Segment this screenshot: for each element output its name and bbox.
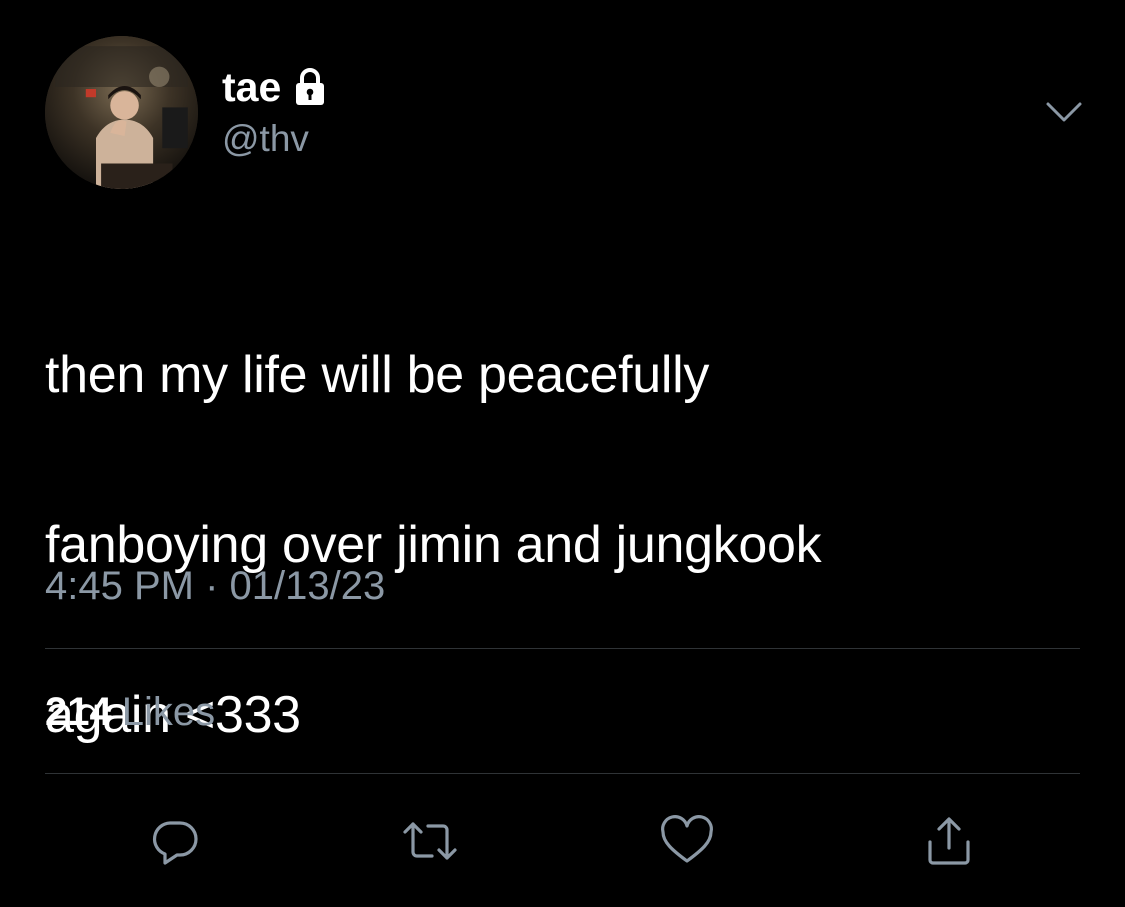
- likes-label: Likes: [121, 690, 216, 734]
- likes-count: 214: [45, 690, 112, 734]
- author-handle[interactable]: @thv: [222, 120, 309, 157]
- author-row: tae: [222, 62, 327, 112]
- share-button[interactable]: [920, 812, 978, 870]
- reply-button[interactable]: [146, 812, 204, 870]
- tweet-text: then my life will be peacefully fanboyin…: [45, 248, 1075, 843]
- retweet-icon: [403, 822, 457, 860]
- lock-icon: [293, 67, 327, 107]
- divider: [45, 773, 1080, 774]
- tweet-text-line: then my life will be peacefully: [45, 346, 710, 404]
- like-button[interactable]: [658, 812, 716, 870]
- tweet-timestamp[interactable]: 4:45 PM · 01/13/23: [45, 566, 385, 606]
- share-icon: [928, 817, 970, 865]
- likes-stat[interactable]: 214 Likes: [45, 692, 215, 732]
- avatar[interactable]: [45, 36, 198, 189]
- reply-icon: [152, 821, 198, 865]
- chevron-down-icon[interactable]: [1044, 98, 1084, 128]
- avatar-photo: [45, 36, 198, 189]
- display-name[interactable]: tae: [222, 66, 281, 108]
- divider: [45, 648, 1080, 649]
- tweet-card: tae @thv then my life will be peacefully…: [0, 0, 1125, 907]
- retweet-button[interactable]: [401, 812, 459, 870]
- heart-icon: [661, 815, 713, 863]
